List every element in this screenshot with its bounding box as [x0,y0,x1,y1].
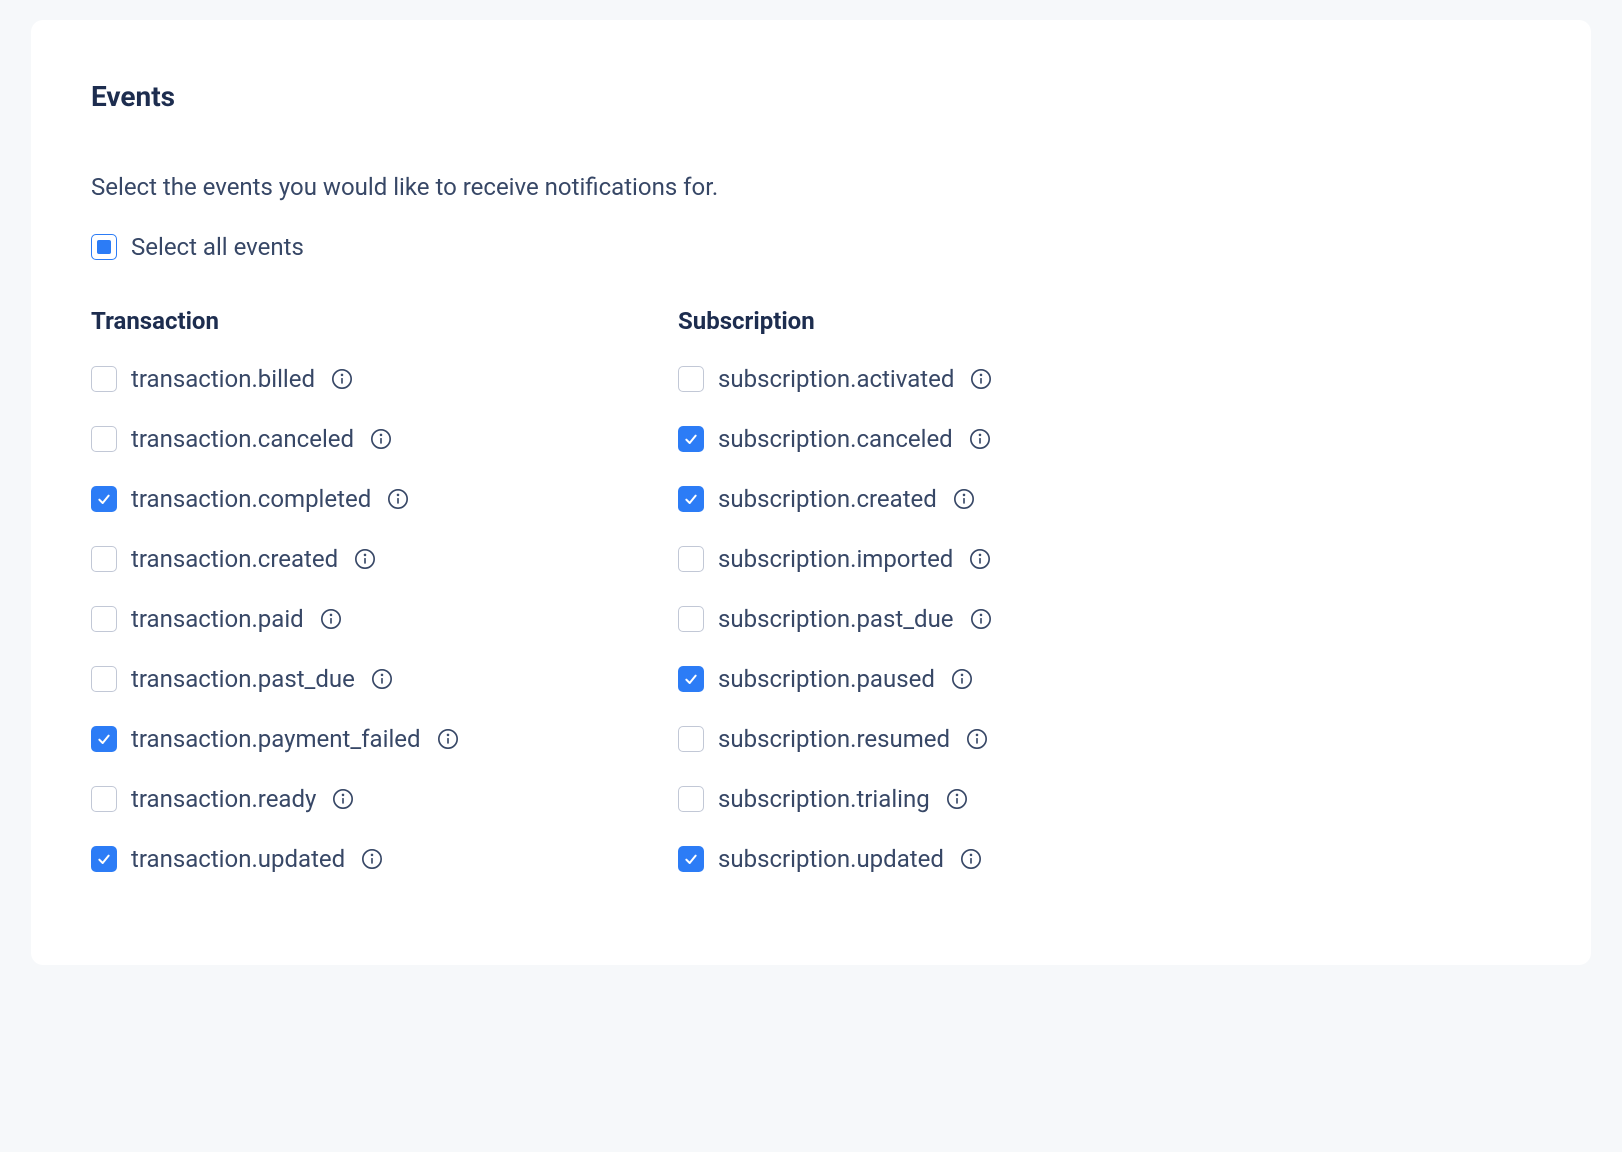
event-label: subscription.canceled [718,425,953,453]
event-label: transaction.past_due [131,665,355,693]
event-label: transaction.paid [131,605,304,633]
event-label: transaction.payment_failed [131,725,421,753]
group-title-transaction: Transaction [91,307,678,335]
event-label: transaction.updated [131,845,345,873]
select-all-row: Select all events [91,233,1531,261]
event-checkbox[interactable] [91,546,117,572]
description-text: Select the events you would like to rece… [91,173,1531,201]
event-label: transaction.completed [131,485,371,513]
events-card: Events Select the events you would like … [31,20,1591,965]
event-checkbox[interactable] [91,366,117,392]
info-icon[interactable] [970,368,992,390]
event-checkbox[interactable] [678,606,704,632]
event-row: transaction.canceled [91,425,678,453]
event-label: subscription.created [718,485,937,513]
info-icon[interactable] [437,728,459,750]
info-icon[interactable] [969,428,991,450]
event-checkbox[interactable] [91,486,117,512]
event-row: transaction.past_due [91,665,678,693]
event-row: transaction.payment_failed [91,725,678,753]
event-checkbox[interactable] [91,606,117,632]
event-row: subscription.updated [678,845,1265,873]
event-row: transaction.ready [91,785,678,813]
info-icon[interactable] [970,608,992,630]
info-icon[interactable] [361,848,383,870]
info-icon[interactable] [953,488,975,510]
event-label: subscription.trialing [718,785,930,813]
info-icon[interactable] [332,788,354,810]
info-icon[interactable] [946,788,968,810]
event-row: subscription.imported [678,545,1265,573]
event-checkbox[interactable] [91,666,117,692]
info-icon[interactable] [387,488,409,510]
event-row: subscription.resumed [678,725,1265,753]
event-label: transaction.ready [131,785,316,813]
event-checkbox[interactable] [678,366,704,392]
info-icon[interactable] [370,428,392,450]
event-checkbox[interactable] [678,426,704,452]
event-checkbox[interactable] [678,846,704,872]
event-row: subscription.canceled [678,425,1265,453]
event-row: transaction.created [91,545,678,573]
event-row: subscription.trialing [678,785,1265,813]
group-title-subscription: Subscription [678,307,1265,335]
event-checkbox[interactable] [678,486,704,512]
event-checkbox[interactable] [678,726,704,752]
event-row: transaction.completed [91,485,678,513]
section-title: Events [91,80,1531,113]
event-checkbox[interactable] [678,546,704,572]
event-label: subscription.activated [718,365,954,393]
event-label: transaction.canceled [131,425,354,453]
event-row: transaction.updated [91,845,678,873]
event-checkbox[interactable] [91,786,117,812]
event-row: subscription.past_due [678,605,1265,633]
column-subscription: Subscription subscription.activatedsubsc… [678,307,1265,905]
info-icon[interactable] [354,548,376,570]
event-label: subscription.paused [718,665,935,693]
event-label: subscription.past_due [718,605,954,633]
event-row: subscription.created [678,485,1265,513]
info-icon[interactable] [371,668,393,690]
event-checkbox[interactable] [678,666,704,692]
event-checkbox[interactable] [91,426,117,452]
event-label: subscription.resumed [718,725,950,753]
event-row: subscription.paused [678,665,1265,693]
event-list-transaction: transaction.billed transaction.canceled tr… [91,365,678,873]
info-icon[interactable] [966,728,988,750]
event-label: transaction.created [131,545,338,573]
event-list-subscription: subscription.activated subscription.cance… [678,365,1265,873]
event-label: transaction.billed [131,365,315,393]
info-icon[interactable] [969,548,991,570]
column-transaction: Transaction transaction.billedtransactio… [91,307,678,905]
event-columns: Transaction transaction.billedtransactio… [91,307,1531,905]
event-row: transaction.billed [91,365,678,393]
event-row: subscription.activated [678,365,1265,393]
info-icon[interactable] [951,668,973,690]
info-icon[interactable] [331,368,353,390]
event-checkbox[interactable] [91,846,117,872]
select-all-checkbox[interactable] [91,234,117,260]
event-label: subscription.imported [718,545,953,573]
event-checkbox[interactable] [91,726,117,752]
info-icon[interactable] [320,608,342,630]
event-checkbox[interactable] [678,786,704,812]
info-icon[interactable] [960,848,982,870]
event-row: transaction.paid [91,605,678,633]
select-all-label: Select all events [131,233,304,261]
event-label: subscription.updated [718,845,944,873]
